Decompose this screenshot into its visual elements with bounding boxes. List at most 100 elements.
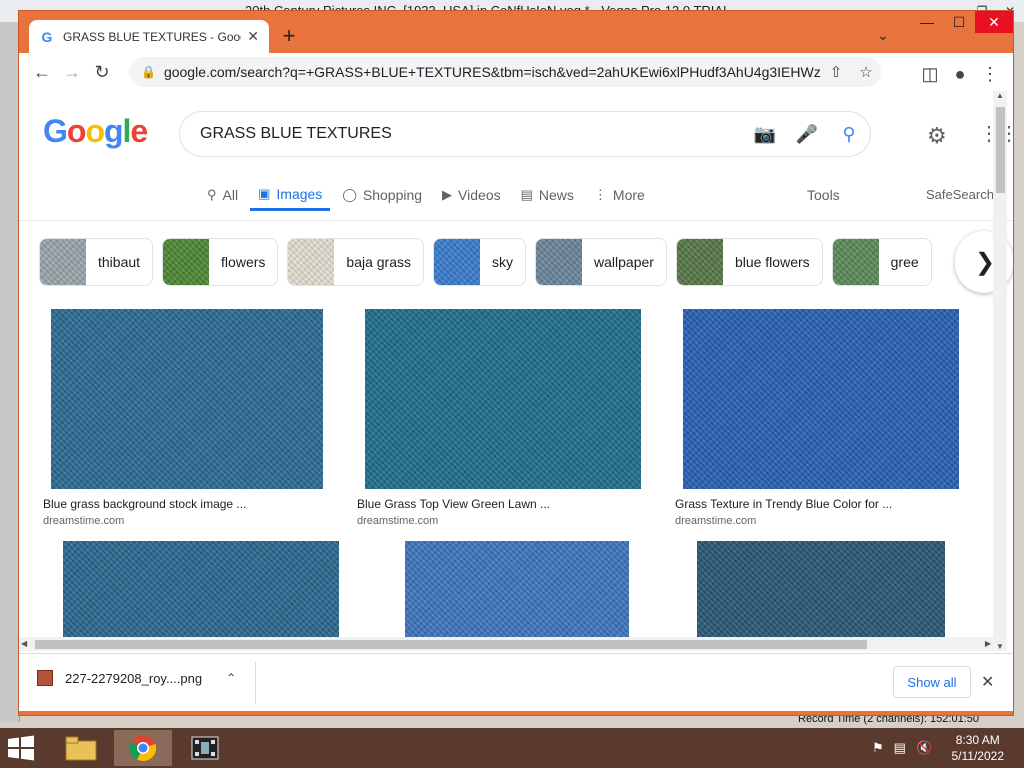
chrome-taskbar-icon[interactable]	[114, 730, 172, 766]
search-icon[interactable]: ⚲	[828, 124, 870, 145]
safesearch-button[interactable]: SafeSearch	[926, 187, 994, 202]
taskbar-clock[interactable]: 8:30 AM 5/11/2022	[952, 732, 1005, 764]
vertical-scrollbar[interactable]: ▲ ▼	[993, 91, 1007, 651]
page-content: Google GRASS BLUE TEXTURES 📷 🎤 ⚲ ⚙ ⋮⋮ ⚲A…	[19, 91, 1013, 653]
chip-thibaut[interactable]: thibaut	[39, 238, 154, 286]
related-searches-chips: thibaut flowers baja grass sky wallpaper…	[39, 238, 941, 286]
result-source[interactable]: dreamstime.com	[675, 515, 756, 527]
background-left-panel	[0, 22, 20, 722]
result-caption[interactable]: Grass Texture in Trendy Blue Color for .…	[675, 497, 892, 511]
scroll-left-icon[interactable]: ◀	[21, 637, 27, 651]
image-result[interactable]	[395, 541, 635, 651]
chip-wallpaper[interactable]: wallpaper	[535, 238, 667, 286]
lock-icon: 🔒	[141, 65, 156, 79]
show-all-button[interactable]: Show all	[893, 666, 971, 698]
minimize-icon[interactable]: —	[911, 11, 943, 33]
result-thumbnail[interactable]	[365, 309, 641, 489]
search-icon: ⚲	[207, 187, 217, 202]
forward-arrow-icon[interactable]: →	[57, 57, 87, 87]
image-result[interactable]: Blue Grass Top View Green Lawn ... dream…	[353, 299, 649, 527]
image-icon: ▣	[258, 185, 271, 201]
result-caption[interactable]: Blue grass background stock image ...	[43, 497, 246, 511]
download-file-name[interactable]: 227-2279208_roy....png	[65, 671, 202, 686]
browser-tab[interactable]: G GRASS BLUE TEXTURES - Google Se... ✕	[29, 20, 269, 53]
scroll-right-icon[interactable]: ▶	[985, 637, 991, 651]
result-thumbnail[interactable]	[51, 309, 323, 489]
scroll-down-icon[interactable]: ▼	[993, 642, 1007, 651]
action-center-flag-icon[interactable]: ⚑	[872, 740, 884, 756]
back-arrow-icon[interactable]: ←	[27, 57, 57, 87]
file-explorer-icon[interactable]	[52, 730, 110, 766]
clock-time: 8:30 AM	[955, 733, 1000, 747]
new-tab-button[interactable]: +	[277, 25, 301, 49]
camera-icon[interactable]: 📷	[744, 124, 786, 145]
tab-shopping[interactable]: ◯ Shopping	[334, 179, 430, 211]
tab-label: All	[222, 187, 239, 203]
tab-label: Videos	[458, 187, 501, 203]
reload-icon[interactable]: ↻	[87, 57, 117, 87]
network-icon[interactable]: ▤	[894, 740, 906, 756]
taskbar: ⚑ ▤ 🔇 8:30 AM 5/11/2022	[0, 728, 1024, 768]
chip-thumbnail	[40, 239, 86, 285]
chip-green[interactable]: gree	[831, 238, 932, 286]
result-source[interactable]: dreamstime.com	[357, 515, 438, 527]
tab-all[interactable]: ⚲ All	[199, 179, 246, 211]
toolbar-right: ◫ ● ⋮	[915, 59, 1005, 89]
image-result[interactable]	[687, 541, 949, 651]
tab-videos[interactable]: ▶ Videos	[434, 179, 509, 211]
tools-button[interactable]: Tools	[807, 187, 840, 203]
profile-avatar-icon[interactable]: ●	[945, 59, 975, 89]
search-query[interactable]: GRASS BLUE TEXTURES	[200, 125, 744, 143]
chip-sky[interactable]: sky	[433, 238, 526, 286]
address-bar[interactable]: 🔒 google.com/search?q=+GRASS+BLUE+TEXTUR…	[129, 57, 881, 87]
scroll-up-icon[interactable]: ▲	[993, 91, 1007, 100]
chip-thumbnail	[288, 239, 335, 285]
close-window-icon[interactable]: ✕	[975, 11, 1013, 33]
result-caption[interactable]: Blue Grass Top View Green Lawn ...	[357, 497, 550, 511]
horizontal-scrollbar[interactable]: ◀ ▶	[19, 637, 993, 651]
close-icon[interactable]: ✕	[981, 672, 994, 692]
chevron-up-icon[interactable]: ⌃	[226, 671, 236, 685]
share-icon[interactable]: ⇧	[821, 63, 851, 81]
result-thumbnail[interactable]	[405, 541, 629, 651]
tab-label: News	[538, 187, 574, 203]
tab-more[interactable]: ⋮ More	[586, 179, 653, 211]
image-result[interactable]: Grass Texture in Trendy Blue Color for .…	[671, 299, 971, 527]
result-thumbnail[interactable]	[697, 541, 945, 651]
url-text[interactable]: google.com/search?q=+GRASS+BLUE+TEXTURES…	[164, 64, 821, 80]
volume-muted-icon[interactable]: 🔇	[916, 740, 932, 756]
search-box[interactable]: GRASS BLUE TEXTURES 📷 🎤 ⚲	[179, 111, 871, 157]
chip-flowers[interactable]: flowers	[162, 238, 279, 286]
horizontal-scroll-thumb[interactable]	[35, 640, 867, 649]
google-logo[interactable]: Google	[43, 113, 148, 150]
vertical-scroll-thumb[interactable]	[996, 107, 1005, 193]
chip-label: gree	[890, 254, 919, 270]
tab-news[interactable]: ▤ News	[513, 179, 582, 211]
more-vert-icon: ⋮	[593, 187, 607, 202]
system-tray: ⚑ ▤ 🔇	[872, 740, 942, 756]
download-item[interactable]: 227-2279208_roy....png ⌃	[37, 670, 236, 686]
tab-label: Shopping	[362, 187, 423, 203]
tab-label: More	[612, 187, 645, 203]
microphone-icon[interactable]: 🎤	[786, 124, 828, 145]
tab-images[interactable]: ▣ Images	[250, 179, 331, 211]
bookmark-star-icon[interactable]: ☆	[851, 63, 881, 81]
chrome-window: G GRASS BLUE TEXTURES - Google Se... ✕ +…	[18, 10, 1014, 716]
result-thumbnail[interactable]	[63, 541, 339, 651]
chrome-menu-icon[interactable]: ⋮	[975, 59, 1005, 89]
windows-start-icon[interactable]	[6, 734, 40, 762]
chip-baja-grass[interactable]: baja grass	[287, 238, 424, 286]
result-thumbnail[interactable]	[683, 309, 959, 489]
image-result[interactable]: Blue grass background stock image ... dr…	[39, 299, 335, 527]
tab-close-icon[interactable]: ✕	[247, 28, 259, 45]
vegas-film-icon[interactable]	[176, 730, 234, 766]
result-source[interactable]: dreamstime.com	[43, 515, 124, 527]
tab-search-chevron-icon[interactable]: ⌄	[877, 27, 889, 44]
maximize-icon[interactable]: ☐	[943, 11, 975, 33]
chip-thumbnail	[832, 239, 879, 285]
image-result[interactable]	[53, 541, 343, 651]
settings-gear-icon[interactable]: ⚙	[927, 123, 947, 149]
chip-blue-flowers[interactable]: blue flowers	[675, 238, 823, 286]
chip-thumbnail	[163, 239, 210, 285]
side-panel-icon[interactable]: ◫	[915, 59, 945, 89]
